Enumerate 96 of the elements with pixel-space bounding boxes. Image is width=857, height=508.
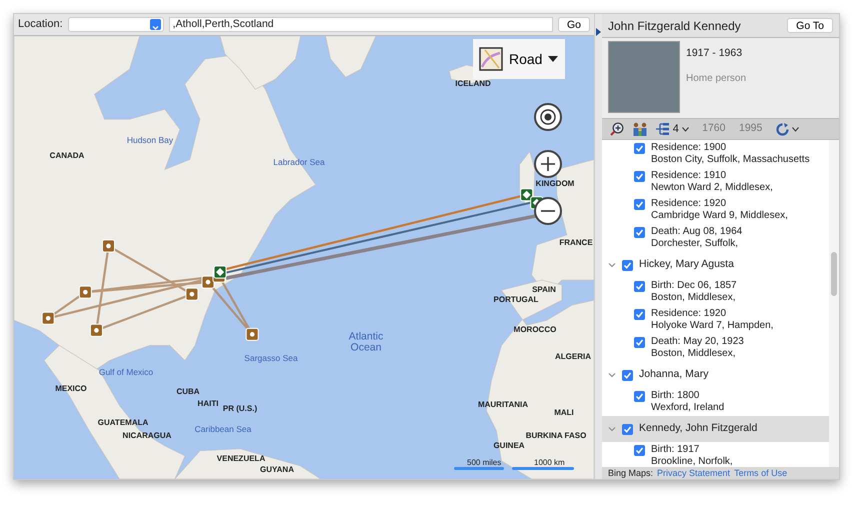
scale-label: 1000 km [534, 457, 565, 469]
checkbox[interactable] [634, 227, 645, 238]
locate-button[interactable] [534, 103, 562, 131]
scrollbar[interactable] [829, 140, 839, 467]
country-label: CANADA [50, 152, 84, 160]
person-role: Home person [686, 72, 746, 86]
target-icon [539, 108, 557, 126]
water-label: Gulf of Mexico [98, 368, 154, 376]
event-entry[interactable]: Residence: 1920 Cambridge Ward 9, Middlesex, [651, 198, 788, 222]
checkbox[interactable] [634, 309, 645, 320]
footer-label: Bing Maps: [608, 467, 654, 479]
event-entry[interactable]: Birth: Dec 06, 1857 Boston, Middlesex, [651, 280, 737, 304]
country-label: PORTUGAL [494, 296, 538, 304]
country-label: BURKINA FASO [526, 432, 586, 440]
collapse-arrow-icon[interactable] [596, 28, 601, 36]
road-map-icon [479, 47, 503, 71]
caret-icon [682, 126, 689, 132]
event-entry[interactable]: Residence: 1900 Boston City, Suffolk, Massachusetts [651, 142, 810, 166]
checkbox[interactable] [634, 199, 645, 210]
tree-icon [656, 123, 670, 135]
map-marker[interactable] [246, 328, 259, 341]
event-entry[interactable]: Death: Aug 08, 1964 Dorchester, Suffolk, [651, 226, 742, 250]
country-label: GUYANA [260, 466, 294, 474]
expand-chevron-icon[interactable] [608, 425, 616, 433]
generations-dropdown[interactable]: 4 [656, 120, 689, 138]
water-label: Atlantic Ocean [348, 332, 384, 352]
person-row[interactable]: Hickey, Mary Agusta [602, 252, 829, 278]
country-label: MOROCCO [514, 326, 556, 334]
location-dropdown[interactable] [68, 17, 164, 32]
country-label: CUBA [176, 388, 200, 396]
people-icon[interactable] [632, 122, 648, 136]
checkbox[interactable] [634, 337, 645, 348]
country-label: ICELAND [455, 80, 491, 88]
caret-icon [548, 56, 558, 62]
country-label: MAURITANIA [478, 401, 528, 409]
checkbox[interactable] [634, 171, 645, 182]
checkbox[interactable] [634, 391, 645, 402]
caret-icon [792, 126, 799, 132]
event-entry[interactable]: Birth: 1800 Wexford, Ireland [651, 390, 724, 414]
location-label: Location: [18, 17, 63, 32]
location-field[interactable]: ,Atholl,Perth,Scotland [168, 17, 553, 32]
zoom-out-button[interactable] [534, 197, 562, 225]
plus-icon [540, 156, 556, 172]
checkbox[interactable] [634, 445, 645, 456]
country-label: SPAIN [532, 286, 556, 294]
person-name: John Fitzgerald Kennedy [608, 18, 741, 34]
water-label: Sargasso Sea [244, 354, 298, 362]
country-label: PR (U.S.) [222, 405, 258, 413]
refresh-icon [776, 122, 789, 136]
map-marker[interactable] [201, 276, 215, 289]
country-label: FRANCE [559, 239, 593, 247]
country-label: GUINEA [493, 442, 525, 450]
refresh-dropdown[interactable] [776, 122, 799, 136]
map-marker[interactable] [520, 188, 534, 202]
scale-label: 500 miles [467, 457, 502, 469]
dropdown-chevron-icon [150, 19, 161, 30]
zoom-in-icon[interactable] [610, 122, 624, 136]
map-marker[interactable] [102, 239, 116, 252]
water-label: Labrador Sea [273, 158, 325, 166]
checkbox[interactable] [622, 424, 633, 435]
country-label: GUATEMALA [98, 419, 148, 427]
map-marker[interactable] [42, 312, 55, 325]
map-marker[interactable] [185, 288, 198, 301]
water-label: Hudson Bay [126, 136, 174, 144]
country-label: KINGDOM [536, 180, 574, 188]
person-row[interactable]: Johanna, Mary [602, 362, 829, 388]
map-marker[interactable] [90, 324, 103, 337]
country-label: VENEZUELA [216, 455, 266, 463]
map-style-button[interactable]: Road [473, 39, 565, 79]
event-entry[interactable]: Death: May 20, 1923 Boston, Middlesex, [651, 336, 744, 360]
go-to-button[interactable]: Go To [787, 18, 833, 33]
expand-chevron-icon[interactable] [608, 371, 616, 379]
water-label: Caribbean Sea [194, 424, 252, 434]
map-marker[interactable] [78, 286, 92, 299]
country-label: ALGERIA [555, 353, 591, 361]
map-marker[interactable] [214, 266, 227, 279]
country-label: HAITI [198, 400, 218, 408]
scale-bar [512, 467, 574, 470]
person-row[interactable]: Kennedy, John Fitzgerald [602, 416, 829, 442]
event-entry[interactable]: Residence: 1920 Holyoke Ward 7, Hampden, [651, 308, 774, 332]
event-entry[interactable]: Residence: 1910 Newton Ward 2, Middlesex, [651, 170, 773, 194]
checkbox[interactable] [634, 143, 645, 154]
country-label: MEXICO [55, 385, 87, 393]
checkbox[interactable] [622, 370, 633, 381]
life-dates: 1917 - 1963 [686, 46, 744, 61]
zoom-in-button[interactable] [534, 150, 562, 178]
country-label: MALI [554, 409, 574, 417]
minus-icon [540, 210, 556, 212]
country-label: NICARAGUA [122, 432, 172, 440]
event-entry[interactable]: Birth: 1917 Brookline, Norfolk, [651, 444, 733, 467]
scale-bar [454, 467, 504, 470]
expand-chevron-icon[interactable] [608, 261, 616, 269]
photo-placeholder [608, 41, 680, 113]
checkbox[interactable] [622, 260, 633, 271]
checkbox[interactable] [634, 281, 645, 292]
go-button[interactable]: Go [558, 17, 590, 32]
